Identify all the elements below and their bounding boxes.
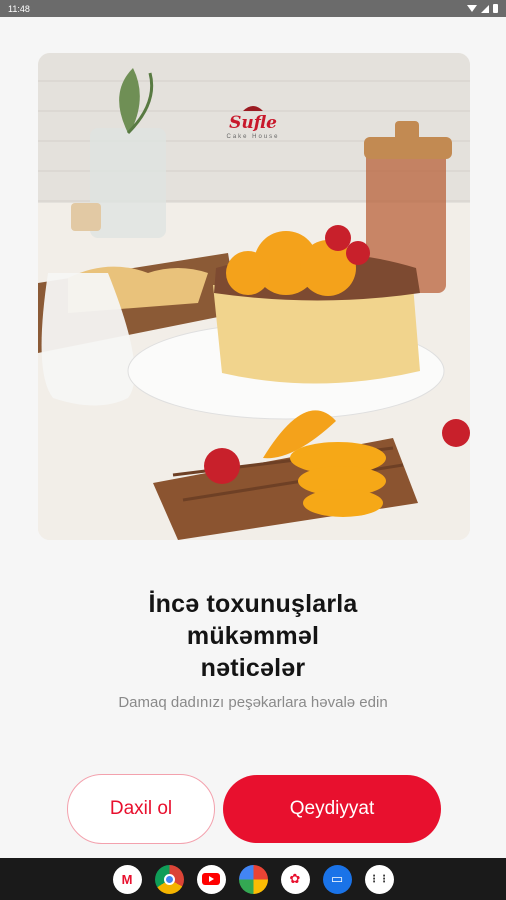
signal-icon [481,4,489,13]
wifi-icon [467,5,477,12]
battery-icon [493,4,498,13]
status-time: 11:48 [8,3,30,14]
login-button[interactable]: Daxil ol [67,774,215,844]
chrome-icon[interactable] [154,864,184,894]
app-icon[interactable]: ✿ [280,864,310,894]
onboarding-subtitle: Damaq dadınızı peşəkarlara həvalə edin [118,694,388,711]
register-button[interactable]: Qeydiyyat [223,775,441,843]
messages-icon[interactable]: ▭ [322,864,352,894]
photos-icon[interactable] [238,864,268,894]
title-line: mükəmməl [186,622,320,650]
title-line: İncə toxunuşlarla [148,590,358,618]
youtube-icon[interactable] [196,864,226,894]
logo-text: Sufle [229,113,277,133]
gmail-icon[interactable]: M [112,864,142,894]
title-line: nəticələr [200,654,306,682]
hero-image: Sufle Cake House [38,53,470,540]
onboarding-title: İncə toxunuşlarla mükəmməl nəticələr [0,588,506,684]
system-icons [467,4,498,13]
logo-tagline: Cake House [226,134,279,140]
status-bar: 11:48 [0,0,506,17]
taskbar: M ✿ ▭ ⋮⋮ [0,858,506,900]
app-drawer-icon[interactable]: ⋮⋮ [364,864,394,894]
